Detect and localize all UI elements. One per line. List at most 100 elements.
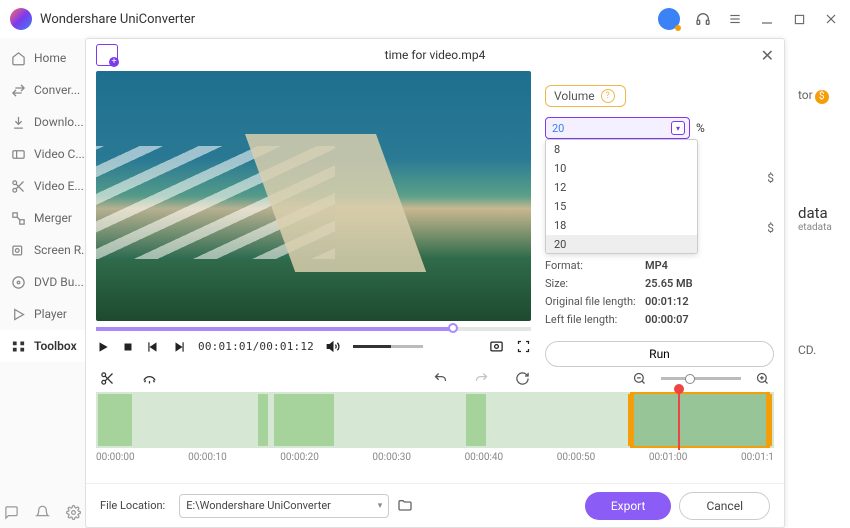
size-label: Size: [545, 277, 645, 290]
volume-field-label: Volume? [545, 85, 626, 107]
headset-icon[interactable] [694, 10, 712, 28]
orig-len-value: 00:01:12 [645, 295, 689, 308]
merger-icon [10, 210, 26, 226]
refresh-icon[interactable] [515, 371, 530, 386]
background-panel: tor$ data etadata CD. [790, 38, 850, 528]
compress-icon [10, 146, 26, 162]
currency-label: $ [767, 221, 774, 235]
selected-region[interactable] [630, 392, 770, 448]
sidebar-item-dvd[interactable]: DVD Bu... [0, 266, 85, 298]
play-icon [10, 306, 26, 322]
time-display: 00:01:01/00:01:12 [198, 340, 314, 353]
sidebar-item-merger[interactable]: Merger [0, 202, 85, 234]
clip[interactable] [274, 394, 334, 446]
selection-handle-left[interactable] [628, 394, 634, 446]
stop-button[interactable] [122, 341, 134, 353]
seek-bar[interactable] [96, 327, 531, 331]
bell-icon[interactable] [35, 505, 50, 520]
file-location-input[interactable]: E:\Wondershare UniConverter▾ [179, 494, 389, 518]
clip[interactable] [258, 394, 268, 446]
currency-label: $ [767, 171, 774, 185]
sidebar-item-recorder[interactable]: Screen R... [0, 234, 85, 266]
zoom-in-icon[interactable] [755, 371, 770, 386]
volume-dropdown[interactable]: 8 10 12 15 18 20 25 30 [545, 139, 698, 254]
redo-icon[interactable] [474, 371, 489, 386]
disc-icon [10, 274, 26, 290]
snapshot-icon[interactable] [489, 339, 504, 354]
zoom-out-icon[interactable] [632, 371, 647, 386]
run-button[interactable]: Run [545, 341, 774, 367]
download-icon [10, 114, 26, 130]
titlebar: Wondershare UniConverter [0, 0, 850, 38]
open-folder-icon[interactable] [397, 498, 413, 514]
converter-icon [10, 82, 26, 98]
cut-icon[interactable] [100, 371, 115, 386]
help-icon[interactable]: ? [601, 89, 615, 103]
left-len-value: 00:00:07 [645, 313, 689, 326]
recorder-icon [10, 242, 26, 258]
dropdown-item[interactable]: 12 [546, 178, 697, 197]
volume-slider[interactable] [353, 345, 423, 348]
gear-icon[interactable] [66, 505, 81, 520]
file-location-label: File Location: [100, 499, 165, 512]
volume-select[interactable]: 20▾ [545, 117, 690, 139]
dropdown-item[interactable]: 8 [546, 140, 697, 159]
window-max-icon[interactable] [790, 10, 808, 28]
playhead[interactable] [678, 386, 680, 450]
prev-frame-button[interactable] [146, 340, 160, 354]
next-frame-button[interactable] [172, 340, 186, 354]
clip[interactable] [98, 394, 132, 446]
format-label: Format: [545, 259, 645, 272]
cancel-button[interactable]: Cancel [679, 492, 770, 520]
sidebar-item-editor[interactable]: Video E... [0, 170, 85, 202]
sidebar: Home Conver... Downlo... Video C... Vide… [0, 38, 85, 528]
app-logo-icon [10, 8, 32, 30]
timeline-track[interactable] [96, 392, 774, 448]
avatar-icon[interactable] [658, 8, 680, 30]
dropdown-item[interactable]: 20 [546, 235, 697, 254]
dollar-badge-icon: $ [815, 90, 829, 104]
volume-icon[interactable] [326, 339, 341, 354]
nav-label: Screen R... [34, 243, 85, 257]
window-close-icon[interactable] [822, 10, 840, 28]
toolbox-icon [10, 338, 26, 354]
zoom-slider[interactable] [661, 377, 741, 380]
video-preview[interactable] [96, 71, 531, 321]
chevron-down-icon: ▾ [378, 501, 383, 511]
sidebar-item-home[interactable]: Home [0, 42, 85, 74]
menu-icon[interactable] [726, 10, 744, 28]
nav-label: Conver... [34, 83, 80, 97]
dropdown-item[interactable]: 18 [546, 216, 697, 235]
feedback-icon[interactable] [4, 505, 19, 520]
window-min-icon[interactable] [758, 10, 776, 28]
orig-len-label: Original file length: [545, 295, 645, 308]
chevron-down-icon: ▾ [671, 121, 685, 135]
sidebar-item-converter[interactable]: Conver... [0, 74, 85, 106]
undo-icon[interactable] [433, 371, 448, 386]
size-value: 25.65 MB [645, 277, 693, 290]
nav-label: Downlo... [34, 115, 84, 129]
clip[interactable] [466, 394, 486, 446]
nav-label: Merger [34, 211, 72, 225]
play-button[interactable] [96, 340, 110, 354]
close-icon[interactable]: ✕ [761, 46, 774, 65]
nav-label: DVD Bu... [34, 275, 84, 289]
dropdown-item[interactable]: 10 [546, 159, 697, 178]
home-icon [10, 50, 26, 66]
nav-label: Video C... [34, 147, 85, 161]
selection-handle-right[interactable] [766, 394, 772, 446]
fullscreen-icon[interactable] [516, 339, 531, 354]
sidebar-item-downloader[interactable]: Downlo... [0, 106, 85, 138]
scissors-icon [10, 178, 26, 194]
nav-label: Home [34, 51, 66, 65]
sidebar-item-player[interactable]: Player [0, 298, 85, 330]
add-file-icon[interactable] [96, 44, 118, 66]
export-button[interactable]: Export [585, 492, 672, 520]
dropdown-item[interactable]: 15 [546, 197, 697, 216]
timeline-ruler: 00:00:00 00:00:10 00:00:20 00:00:30 00:0… [86, 448, 784, 463]
visibility-icon[interactable] [141, 371, 158, 386]
nav-label: Video E... [34, 179, 84, 193]
sidebar-item-compressor[interactable]: Video C... [0, 138, 85, 170]
sidebar-item-toolbox[interactable]: Toolbox [0, 330, 85, 362]
nav-label: Toolbox [34, 339, 77, 353]
